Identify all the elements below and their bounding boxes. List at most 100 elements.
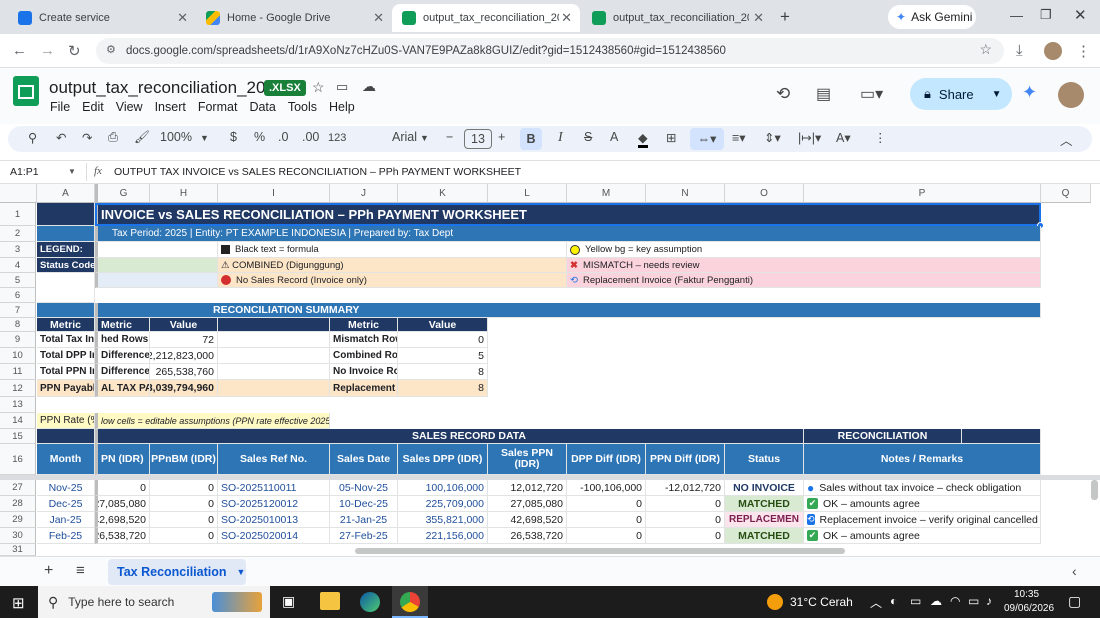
font-select[interactable]: Arial — [392, 130, 417, 144]
back-icon[interactable]: ← — [12, 42, 27, 59]
tray-meet-icon[interactable]: ▭ — [910, 594, 921, 608]
cell-sales-dpp[interactable]: 225,709,000 — [398, 496, 488, 512]
browser-tab-create-service[interactable]: Create service ✕ — [8, 4, 196, 32]
close-icon[interactable]: ✕ — [177, 10, 188, 26]
vertical-align-icon[interactable]: ⇕▾ — [764, 130, 781, 145]
summary-header-metric[interactable]: Metric — [95, 318, 150, 332]
summary-metric[interactable]: Total DPP Invoices — [37, 348, 95, 364]
close-icon[interactable]: ✕ — [753, 10, 764, 26]
decrease-font-size-button[interactable]: − — [446, 130, 453, 144]
cloud-status-icon[interactable]: ☁ — [362, 78, 376, 95]
header-status[interactable]: Status — [725, 444, 804, 475]
cell-ppn[interactable]: 0 — [95, 480, 150, 496]
row-header[interactable]: 1 — [0, 203, 36, 226]
cell-g5[interactable] — [95, 273, 218, 288]
new-tab-icon[interactable]: + — [780, 7, 790, 27]
header-sales-ref[interactable]: Sales Ref No. — [218, 444, 330, 475]
sheet-subtitle[interactable]: Tax Period: 2025 | Entity: PT EXAMPLE IN… — [95, 226, 1041, 242]
cell-i10[interactable] — [218, 348, 330, 364]
print-icon[interactable]: ⎙ — [108, 130, 118, 145]
cell-sales-date[interactable]: 27-Feb-25 — [330, 528, 398, 544]
cell-a1[interactable] — [37, 203, 95, 226]
summary-metric[interactable]: Total PPN Invoices — [37, 364, 95, 380]
horizontal-scrollbar[interactable] — [355, 548, 845, 554]
bold-button[interactable]: B — [520, 128, 542, 150]
spreadsheet-grid[interactable]: A G H I J K L M N O P Q 1 2 3 4 5 6 7 8 … — [0, 184, 1100, 556]
header-sales-date[interactable]: Sales Date — [330, 444, 398, 475]
cell-status[interactable]: NO INVOICE — [725, 480, 804, 496]
more-options-icon[interactable]: ⋮ — [874, 130, 887, 145]
cell-i9[interactable] — [218, 332, 330, 348]
sheets-logo-icon[interactable] — [13, 76, 39, 106]
merge-cells-icon[interactable]: ⇔▾ — [690, 128, 724, 150]
column-header[interactable]: O — [725, 184, 804, 203]
italic-button[interactable]: I — [558, 130, 563, 146]
cell-dpp-diff[interactable]: 0 — [567, 512, 646, 528]
column-header[interactable]: H — [150, 184, 218, 203]
cell-sales-dpp[interactable]: 221,156,000 — [398, 528, 488, 544]
profile-avatar[interactable] — [1044, 42, 1062, 60]
file-explorer-icon[interactable] — [320, 592, 340, 610]
windows-start-icon[interactable]: ⊞ — [12, 594, 25, 612]
cell-ppnbm[interactable]: 0 — [150, 512, 218, 528]
account-avatar[interactable] — [1058, 82, 1084, 108]
cell-sales-ref[interactable]: SO-2025020014 — [218, 528, 330, 544]
reconciliation-title[interactable]: RECONCILIATION — [804, 429, 962, 444]
summary-metric[interactable]: AL TAX PAYABLE (IDR) — [95, 380, 150, 397]
cell-ppn[interactable]: 42,698,520 — [95, 512, 150, 528]
forward-icon[interactable]: → — [40, 42, 55, 59]
browser-tab-active[interactable]: output_tax_reconciliation_2025 ✕ — [392, 4, 580, 32]
row-header[interactable]: 27 — [0, 480, 36, 496]
weather-text[interactable]: 31°C Cerah — [790, 595, 853, 609]
clock-date[interactable]: 09/06/2026 — [1004, 603, 1054, 614]
cell-sales-ppn[interactable]: 12,012,720 — [488, 480, 567, 496]
cell-sales-ppn[interactable]: 42,698,520 — [488, 512, 567, 528]
notification-icon[interactable]: ▢ — [1068, 593, 1081, 610]
cell-notes[interactable]: ● Sales without tax invoice – check obli… — [804, 480, 1041, 496]
sheet-title[interactable]: INVOICE vs SALES RECONCILIATION – PPh PA… — [95, 203, 1041, 226]
summary-value[interactable]: 2,212,823,000 — [150, 348, 218, 364]
cell-ppn-diff[interactable]: -12,012,720 — [646, 480, 725, 496]
sheet-nav-left-icon[interactable]: ‹ — [1072, 563, 1077, 579]
summary-value[interactable]: 3,039,794,960 — [150, 380, 218, 397]
row-header[interactable]: 29 — [0, 512, 36, 528]
summary-title[interactable]: RECONCILIATION SUMMARY — [95, 303, 1041, 318]
row-header[interactable]: 30 — [0, 528, 36, 544]
undo-icon[interactable]: ↶ — [56, 130, 66, 145]
wifi-icon[interactable]: ◠ — [950, 594, 960, 608]
legend-replacement[interactable]: ⟲ Replacement Invoice (Faktur Pengganti) — [567, 273, 1041, 288]
header-ppn-diff[interactable]: PPN Diff (IDR) — [646, 444, 725, 475]
chevron-down-icon[interactable]: ▼ — [992, 89, 1002, 100]
formula-input[interactable]: OUTPUT TAX INVOICE vs SALES RECONCILIATI… — [114, 166, 521, 178]
restore-icon[interactable]: ❐ — [1040, 7, 1052, 23]
column-header[interactable]: Q — [1041, 184, 1091, 203]
edge-icon[interactable] — [360, 592, 380, 612]
row-header[interactable]: 12 — [0, 380, 36, 397]
header-ppnbm[interactable]: PPnBM (IDR) — [150, 444, 218, 475]
summary-metric[interactable]: PPN Payable — [37, 380, 95, 397]
cell-sales-ppn[interactable]: 27,085,080 — [488, 496, 567, 512]
sales-record-title[interactable]: SALES RECORD DATA — [95, 429, 804, 444]
volume-icon[interactable]: ♪ — [986, 594, 992, 608]
cell-notes[interactable]: ✔ OK – amounts agree — [804, 528, 1041, 544]
menu-format[interactable]: Format — [198, 100, 238, 114]
borders-icon[interactable]: ⊞ — [666, 130, 676, 145]
cell-month[interactable]: Nov-25 — [37, 480, 95, 496]
row-header[interactable]: 31 — [0, 544, 36, 556]
browser-tab-sheet-2[interactable]: output_tax_reconciliation_2025 ✕ — [582, 4, 772, 32]
ppn-rate-label[interactable]: PPN Rate (%) — [37, 413, 95, 429]
summary-header-metric[interactable]: Metric — [37, 318, 95, 332]
menu-tools[interactable]: Tools — [288, 100, 317, 114]
header-notes[interactable]: Notes / Remarks — [804, 444, 1041, 475]
menu-data[interactable]: Data — [249, 100, 275, 114]
cell-i11[interactable] — [218, 364, 330, 380]
cell-ppn-diff[interactable]: 0 — [646, 512, 725, 528]
minimize-icon[interactable]: — — [1010, 8, 1023, 23]
header-dpp-diff[interactable]: DPP Diff (IDR) — [567, 444, 646, 475]
summary-metric[interactable]: Difference — [95, 348, 150, 364]
column-header[interactable]: M — [567, 184, 646, 203]
bookmark-star-icon[interactable]: ☆ — [979, 41, 992, 58]
fill-color-icon[interactable]: ◆ — [638, 130, 648, 148]
menu-file[interactable]: File — [50, 100, 70, 114]
add-sheet-icon[interactable]: + — [44, 562, 53, 580]
